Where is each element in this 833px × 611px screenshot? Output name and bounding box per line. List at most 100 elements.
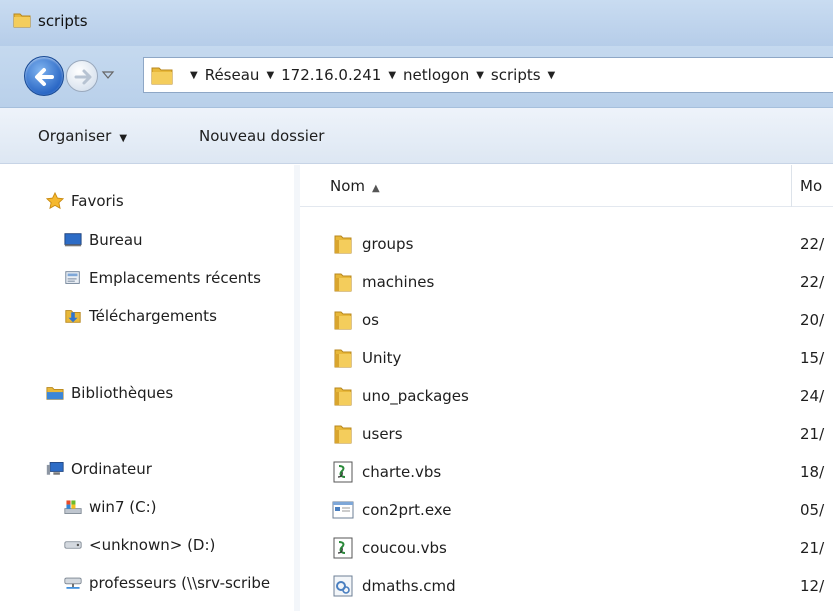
folder-icon [332, 309, 354, 331]
back-button[interactable] [24, 56, 64, 96]
nav-downloads-label: Téléchargements [89, 307, 217, 325]
folder-icon [150, 64, 174, 90]
breadcrumb-scripts[interactable]: ▼ scripts [476, 66, 547, 84]
file-row[interactable]: coucou.vbs 21/ [300, 528, 833, 566]
file-row[interactable]: con2prt.exe 05/ [300, 490, 833, 528]
title-bar: scripts [0, 0, 833, 46]
sort-ascending-icon: ▲ [372, 183, 380, 194]
file-name: Unity [362, 349, 402, 367]
breadcrumb: ▼ Réseau ▼ 172.16.0.241 ▼ netlogon ▼ scripts… [190, 66, 562, 84]
nav-recent-places-label: Emplacements récents [89, 269, 262, 287]
nav-favorites[interactable]: Favoris [46, 191, 124, 210]
file-list: Nom ▲ Mo groups 22/machines 22/os 20/Unity 15… [300, 165, 833, 611]
file-modified-date: 21/ [800, 539, 825, 557]
dropdown-arrow-icon[interactable]: ▼ [548, 70, 556, 81]
chevron-down-icon [101, 71, 115, 79]
computer-icon [46, 460, 64, 478]
folder-icon [332, 347, 354, 369]
nav-drive-c[interactable]: win7 (C:) [64, 498, 157, 516]
cmd-script-icon [332, 575, 354, 597]
dropdown-arrow-icon[interactable]: ▼ [190, 70, 198, 81]
folder-icon [12, 10, 32, 34]
recent-places-icon [64, 269, 82, 287]
file-row[interactable]: dmaths.cmd 12/ [300, 566, 833, 604]
file-row[interactable]: charte.vbs 18/ [300, 452, 833, 490]
folder-icon [332, 423, 354, 445]
breadcrumb-network[interactable]: ▼ Réseau [190, 66, 266, 84]
breadcrumb-label: 172.16.0.241 [281, 66, 382, 84]
nav-favorites-label: Favoris [71, 192, 124, 210]
star-icon [46, 191, 64, 210]
file-name: coucou.vbs [362, 539, 447, 557]
file-name: dmaths.cmd [362, 577, 456, 595]
organise-button[interactable]: Organiser ▼ [38, 127, 127, 145]
chevron-down-icon: ▼ [119, 133, 128, 144]
nav-downloads[interactable]: Téléchargements [64, 307, 217, 325]
file-name: machines [362, 273, 435, 291]
file-row[interactable]: groups 22/ [300, 224, 833, 262]
column-header-name[interactable]: Nom ▲ [330, 177, 380, 195]
exe-icon [332, 499, 354, 521]
arrow-left-icon [35, 68, 54, 86]
column-headers: Nom ▲ Mo [300, 165, 833, 207]
drive-icon [64, 536, 82, 554]
command-bar: Organiser ▼ Nouveau dossier [0, 108, 833, 164]
navigation-bar: ▼ Réseau ▼ 172.16.0.241 ▼ netlogon ▼ scripts… [0, 46, 833, 108]
file-row[interactable]: users 21/ [300, 414, 833, 452]
folder-icon [332, 271, 354, 293]
window-title: scripts [38, 12, 88, 30]
arrow-right-icon [74, 69, 92, 85]
folder-icon [332, 385, 354, 407]
dropdown-arrow-icon[interactable]: ▼ [476, 70, 484, 81]
forward-button[interactable] [66, 60, 98, 92]
navigation-pane: Favoris Bureau Emplacements récents Télé… [0, 165, 294, 611]
desktop-icon [64, 231, 82, 249]
dropdown-arrow-icon[interactable]: ▼ [266, 70, 274, 81]
nav-drive-d[interactable]: <unknown> (D:) [64, 536, 215, 554]
organise-label: Organiser [38, 127, 112, 145]
vbs-script-icon [332, 461, 354, 483]
vbs-script-icon [332, 537, 354, 559]
dropdown-arrow-icon[interactable]: ▼ [388, 70, 396, 81]
file-modified-date: 05/ [800, 501, 825, 519]
file-name: con2prt.exe [362, 501, 452, 519]
column-divider[interactable] [791, 165, 792, 207]
file-modified-date: 18/ [800, 463, 825, 481]
folder-icon [332, 233, 354, 255]
nav-network-drive-label: professeurs (\\srv-scribe [89, 574, 271, 592]
file-name: uno_packages [362, 387, 469, 405]
file-row[interactable]: os 20/ [300, 300, 833, 338]
address-bar[interactable]: ▼ Réseau ▼ 172.16.0.241 ▼ netlogon ▼ scripts… [143, 57, 833, 93]
breadcrumb-server[interactable]: ▼ 172.16.0.241 [266, 66, 388, 84]
breadcrumb-label: scripts [490, 66, 541, 84]
nav-network-drive[interactable]: professeurs (\\srv-scribe [64, 574, 270, 592]
nav-desktop[interactable]: Bureau [64, 231, 143, 249]
recent-pages-button[interactable] [101, 68, 115, 82]
libraries-icon [46, 384, 64, 402]
new-folder-button[interactable]: Nouveau dossier [199, 127, 324, 145]
breadcrumb-label: Réseau [204, 66, 260, 84]
file-modified-date: 22/ [800, 235, 825, 253]
file-modified-date: 20/ [800, 311, 825, 329]
file-row[interactable]: Unity 15/ [300, 338, 833, 376]
file-modified-date: 12/ [800, 577, 825, 595]
file-name: charte.vbs [362, 463, 442, 481]
column-header-modified[interactable]: Mo [800, 177, 822, 195]
system-drive-icon [64, 498, 82, 516]
nav-libraries-label: Bibliothèques [71, 384, 174, 402]
file-name: users [362, 425, 403, 443]
nav-drive-c-label: win7 (C:) [89, 498, 157, 516]
breadcrumb-expand[interactable]: ▼ [548, 70, 563, 81]
breadcrumb-netlogon[interactable]: ▼ netlogon [388, 66, 476, 84]
file-row[interactable]: uno_packages 24/ [300, 376, 833, 414]
nav-computer[interactable]: Ordinateur [46, 460, 152, 478]
nav-computer-label: Ordinateur [71, 460, 152, 478]
file-row[interactable]: machines 22/ [300, 262, 833, 300]
file-name: groups [362, 235, 414, 253]
network-drive-icon [64, 574, 82, 592]
file-modified-date: 21/ [800, 425, 825, 443]
nav-recent-places[interactable]: Emplacements récents [64, 269, 261, 287]
nav-libraries[interactable]: Bibliothèques [46, 384, 173, 402]
breadcrumb-label: netlogon [403, 66, 470, 84]
column-header-name-label: Nom [330, 177, 366, 195]
